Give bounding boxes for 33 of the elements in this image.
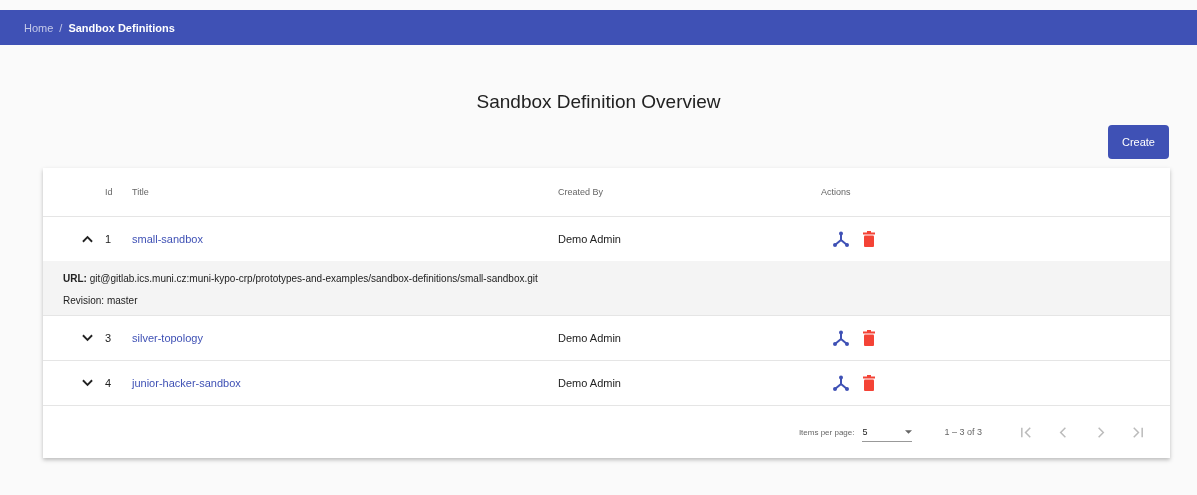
column-header: Actions bbox=[821, 187, 851, 197]
breadcrumb-separator: / bbox=[59, 21, 63, 34]
chevron-icon[interactable] bbox=[82, 379, 93, 387]
table-cell-text: Demo Admin bbox=[558, 233, 622, 245]
detail-text: Revision: master bbox=[63, 293, 139, 308]
items-per-page-label: Items per page: bbox=[798, 427, 855, 437]
topology-icon[interactable] bbox=[833, 375, 849, 391]
delete-icon[interactable] bbox=[863, 231, 875, 247]
delete-icon[interactable] bbox=[863, 330, 875, 346]
title-link[interactable]: silver-topology bbox=[132, 332, 203, 344]
column-header: Created By bbox=[558, 187, 605, 197]
column-header: Id bbox=[105, 187, 114, 197]
title-link[interactable]: small-sandbox bbox=[132, 233, 203, 245]
table-cell-text: 4 bbox=[105, 377, 113, 389]
title-link[interactable]: junior-hacker-sandbox bbox=[132, 377, 241, 389]
delete-icon[interactable] bbox=[863, 375, 875, 391]
create-button[interactable]: Create bbox=[1107, 125, 1169, 159]
topology-icon[interactable] bbox=[833, 231, 849, 247]
chevron-icon[interactable] bbox=[82, 235, 93, 243]
breadcrumb-link[interactable]: Home bbox=[24, 21, 54, 34]
page-title: Sandbox Definition Overview bbox=[475, 91, 722, 113]
chevron-icon[interactable] bbox=[82, 334, 93, 342]
breadcrumb-link[interactable]: Sandbox Definitions bbox=[68, 21, 175, 34]
table-cell-text: 1 bbox=[105, 233, 113, 245]
page-range: 1 – 3 of 3 bbox=[944, 427, 982, 437]
items-per-page-select[interactable]: 5 bbox=[862, 422, 913, 442]
column-header: Title bbox=[132, 187, 150, 197]
topology-icon[interactable] bbox=[833, 330, 849, 346]
table-cell-text: 3 bbox=[105, 332, 113, 344]
table-cell-text: Demo Admin bbox=[558, 377, 622, 389]
dropdown-icon bbox=[905, 429, 913, 434]
table-cell-text: Demo Admin bbox=[558, 332, 622, 344]
detail-text: URL: git@gitlab.ics.muni.cz:muni-kypo-crp/prototypes-and-examples/sandbox-definitions/small-sandbox.git bbox=[63, 271, 539, 286]
